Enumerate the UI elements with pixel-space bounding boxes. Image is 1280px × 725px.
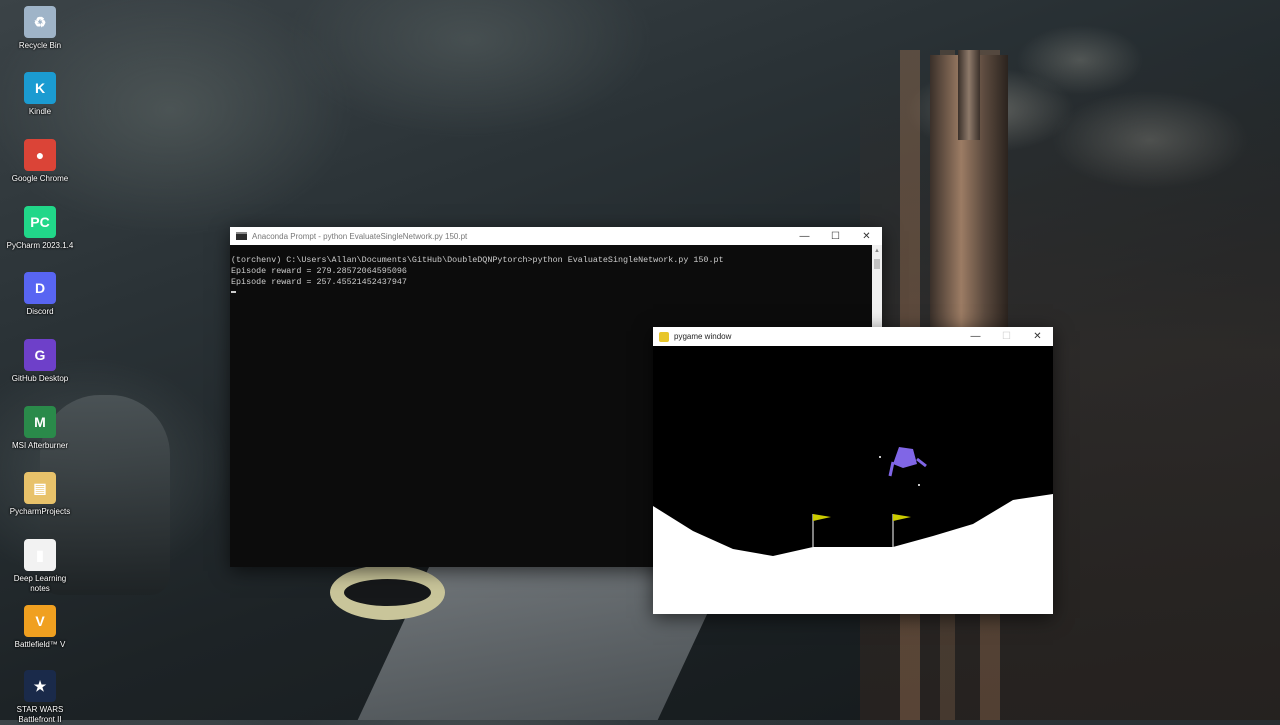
battlefield-v-icon: V (24, 605, 56, 637)
desktop-icon-discord[interactable]: D Discord (4, 272, 76, 317)
recycle-bin-icon: ♻ (24, 6, 56, 38)
google-chrome-icon: ● (24, 139, 56, 171)
minimize-button[interactable]: — (960, 327, 991, 346)
pygame-window[interactable]: pygame window — ☐ ✕ (653, 327, 1053, 614)
msi-afterburner-icon: M (24, 406, 56, 438)
pygame-snake-icon (659, 331, 669, 342)
desktop-icon-google-chrome[interactable]: ● Google Chrome (4, 139, 76, 184)
console-line: Episode reward = 257.45521452437947 (231, 277, 407, 287)
desktop-icon-label: Battlefield™ V (14, 640, 66, 649)
console-title: Anaconda Prompt - python EvaluateSingleN… (252, 231, 468, 241)
pygame-titlebar[interactable]: pygame window — ☐ ✕ (653, 327, 1053, 346)
maximize-button: ☐ (1002, 331, 1011, 342)
console-titlebar[interactable]: Anaconda Prompt - python EvaluateSingleN… (230, 227, 882, 245)
minimize-button[interactable]: — (789, 227, 820, 245)
text-cursor (231, 291, 236, 293)
desktop-icon-msi-afterburner[interactable]: M MSI Afterburner (4, 406, 76, 451)
discord-icon: D (24, 272, 56, 304)
maximize-button[interactable]: ☐ (820, 227, 851, 245)
desktop-icon-github-desktop[interactable]: G GitHub Desktop (4, 339, 76, 384)
pycharm-2023-1-4-icon: PC (24, 206, 56, 238)
desktop-icon-label: Recycle Bin (18, 41, 62, 50)
desktop-icon-label: Discord (26, 307, 54, 316)
wallpaper-tower (930, 55, 1008, 355)
scrollbar-thumb[interactable] (874, 259, 880, 269)
close-button[interactable]: ✕ (1022, 327, 1053, 346)
console-line: Episode reward = 279.28572064595096 (231, 266, 407, 276)
desktop-icon-kindle[interactable]: K Kindle (4, 72, 76, 117)
lunar-lander-canvas[interactable] (653, 346, 1053, 614)
desktop-icon-pycharmprojects[interactable]: ▤ PycharmProjects (4, 472, 76, 517)
desktop-icon-label: MSI Afterburner (11, 441, 69, 450)
kindle-icon: K (24, 72, 56, 104)
desktop-icon-label: PyCharm 2023.1.4 (6, 241, 74, 250)
desktop-icon-label: Google Chrome (11, 174, 69, 183)
deep-learning-notes-icon: ▮ (24, 539, 56, 571)
desktop-icon-star-wars-battlefront-ii[interactable]: ★ STAR WARS Battlefront II (4, 670, 76, 725)
console-line: (torchenv) C:\Users\Allan\Documents\GitH… (231, 255, 724, 265)
desktop-icon-recycle-bin[interactable]: ♻ Recycle Bin (4, 6, 76, 51)
desktop-icon-battlefield-v[interactable]: V Battlefield™ V (4, 605, 76, 650)
close-button[interactable]: ✕ (851, 227, 882, 245)
desktop-icon-deep-learning-notes[interactable]: ▮ Deep Learning notes (4, 539, 76, 594)
star-wars-battlefront-ii-icon: ★ (24, 670, 56, 702)
desktop-icon-label: Kindle (28, 107, 52, 116)
github-desktop-icon: G (24, 339, 56, 371)
pycharmprojects-icon: ▤ (24, 472, 56, 504)
desktop-icon-label: GitHub Desktop (11, 374, 69, 383)
desktop-icon-label: Deep Learning notes (13, 574, 67, 593)
scroll-up-icon[interactable]: ▲ (874, 248, 880, 254)
desktop-icon-label: STAR WARS Battlefront II (16, 705, 64, 724)
terminal-icon (236, 232, 247, 240)
wallpaper-tower-spire (958, 50, 980, 140)
wallpaper-ring (330, 565, 445, 620)
desktop-icon-label: PycharmProjects (9, 507, 71, 516)
pygame-title: pygame window (674, 332, 732, 341)
desktop-icon-pycharm-2023-1-4[interactable]: PC PyCharm 2023.1.4 (4, 206, 76, 251)
